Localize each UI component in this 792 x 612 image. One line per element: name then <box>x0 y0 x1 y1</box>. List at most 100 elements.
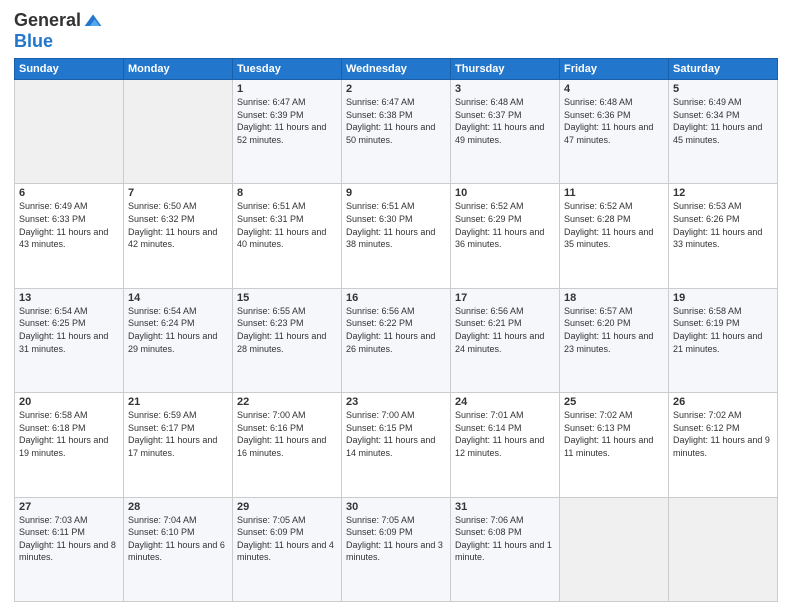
day-number: 20 <box>19 396 119 408</box>
day-info: Sunrise: 7:06 AM Sunset: 6:08 PM Dayligh… <box>455 514 555 564</box>
day-number: 3 <box>455 83 555 95</box>
day-info: Sunrise: 7:02 AM Sunset: 6:13 PM Dayligh… <box>564 409 664 459</box>
day-info: Sunrise: 7:00 AM Sunset: 6:16 PM Dayligh… <box>237 409 337 459</box>
day-info: Sunrise: 6:47 AM Sunset: 6:39 PM Dayligh… <box>237 96 337 146</box>
day-number: 18 <box>564 292 664 304</box>
calendar-cell: 9Sunrise: 6:51 AM Sunset: 6:30 PM Daylig… <box>342 184 451 288</box>
calendar-cell <box>15 80 124 184</box>
calendar-cell: 22Sunrise: 7:00 AM Sunset: 6:16 PM Dayli… <box>233 393 342 497</box>
weekday-header-sunday: Sunday <box>15 59 124 80</box>
calendar-cell: 3Sunrise: 6:48 AM Sunset: 6:37 PM Daylig… <box>451 80 560 184</box>
calendar-cell: 7Sunrise: 6:50 AM Sunset: 6:32 PM Daylig… <box>124 184 233 288</box>
calendar-cell: 2Sunrise: 6:47 AM Sunset: 6:38 PM Daylig… <box>342 80 451 184</box>
day-number: 28 <box>128 501 228 513</box>
day-number: 6 <box>19 187 119 199</box>
logo-blue-text: Blue <box>14 31 53 52</box>
calendar-cell: 4Sunrise: 6:48 AM Sunset: 6:36 PM Daylig… <box>560 80 669 184</box>
day-info: Sunrise: 7:05 AM Sunset: 6:09 PM Dayligh… <box>346 514 446 564</box>
calendar-cell: 23Sunrise: 7:00 AM Sunset: 6:15 PM Dayli… <box>342 393 451 497</box>
weekday-header-wednesday: Wednesday <box>342 59 451 80</box>
calendar-cell: 8Sunrise: 6:51 AM Sunset: 6:31 PM Daylig… <box>233 184 342 288</box>
day-number: 15 <box>237 292 337 304</box>
day-number: 31 <box>455 501 555 513</box>
calendar-week-4: 20Sunrise: 6:58 AM Sunset: 6:18 PM Dayli… <box>15 393 778 497</box>
calendar-cell: 21Sunrise: 6:59 AM Sunset: 6:17 PM Dayli… <box>124 393 233 497</box>
calendar-cell <box>124 80 233 184</box>
calendar-cell: 5Sunrise: 6:49 AM Sunset: 6:34 PM Daylig… <box>669 80 778 184</box>
day-number: 16 <box>346 292 446 304</box>
day-info: Sunrise: 7:00 AM Sunset: 6:15 PM Dayligh… <box>346 409 446 459</box>
day-number: 4 <box>564 83 664 95</box>
day-number: 25 <box>564 396 664 408</box>
day-info: Sunrise: 6:57 AM Sunset: 6:20 PM Dayligh… <box>564 305 664 355</box>
logo-general-text: General <box>14 10 81 31</box>
calendar-cell: 30Sunrise: 7:05 AM Sunset: 6:09 PM Dayli… <box>342 497 451 601</box>
calendar-cell: 13Sunrise: 6:54 AM Sunset: 6:25 PM Dayli… <box>15 288 124 392</box>
calendar-cell: 6Sunrise: 6:49 AM Sunset: 6:33 PM Daylig… <box>15 184 124 288</box>
calendar-cell: 14Sunrise: 6:54 AM Sunset: 6:24 PM Dayli… <box>124 288 233 392</box>
logo: General Blue <box>14 10 103 52</box>
day-number: 23 <box>346 396 446 408</box>
calendar-cell: 11Sunrise: 6:52 AM Sunset: 6:28 PM Dayli… <box>560 184 669 288</box>
calendar-cell: 27Sunrise: 7:03 AM Sunset: 6:11 PM Dayli… <box>15 497 124 601</box>
calendar-week-1: 1Sunrise: 6:47 AM Sunset: 6:39 PM Daylig… <box>15 80 778 184</box>
day-number: 21 <box>128 396 228 408</box>
calendar-cell: 31Sunrise: 7:06 AM Sunset: 6:08 PM Dayli… <box>451 497 560 601</box>
day-number: 7 <box>128 187 228 199</box>
day-info: Sunrise: 7:01 AM Sunset: 6:14 PM Dayligh… <box>455 409 555 459</box>
calendar-cell: 28Sunrise: 7:04 AM Sunset: 6:10 PM Dayli… <box>124 497 233 601</box>
day-info: Sunrise: 6:47 AM Sunset: 6:38 PM Dayligh… <box>346 96 446 146</box>
weekday-header-row: SundayMondayTuesdayWednesdayThursdayFrid… <box>15 59 778 80</box>
day-number: 8 <box>237 187 337 199</box>
calendar-cell: 26Sunrise: 7:02 AM Sunset: 6:12 PM Dayli… <box>669 393 778 497</box>
header: General Blue <box>14 10 778 52</box>
day-info: Sunrise: 6:51 AM Sunset: 6:31 PM Dayligh… <box>237 200 337 250</box>
day-info: Sunrise: 6:49 AM Sunset: 6:33 PM Dayligh… <box>19 200 119 250</box>
day-info: Sunrise: 6:49 AM Sunset: 6:34 PM Dayligh… <box>673 96 773 146</box>
calendar-cell: 18Sunrise: 6:57 AM Sunset: 6:20 PM Dayli… <box>560 288 669 392</box>
day-info: Sunrise: 7:04 AM Sunset: 6:10 PM Dayligh… <box>128 514 228 564</box>
weekday-header-friday: Friday <box>560 59 669 80</box>
day-number: 5 <box>673 83 773 95</box>
calendar-week-2: 6Sunrise: 6:49 AM Sunset: 6:33 PM Daylig… <box>15 184 778 288</box>
day-number: 12 <box>673 187 773 199</box>
day-number: 30 <box>346 501 446 513</box>
day-info: Sunrise: 6:55 AM Sunset: 6:23 PM Dayligh… <box>237 305 337 355</box>
calendar-cell: 20Sunrise: 6:58 AM Sunset: 6:18 PM Dayli… <box>15 393 124 497</box>
calendar-cell: 15Sunrise: 6:55 AM Sunset: 6:23 PM Dayli… <box>233 288 342 392</box>
calendar-week-5: 27Sunrise: 7:03 AM Sunset: 6:11 PM Dayli… <box>15 497 778 601</box>
day-info: Sunrise: 6:54 AM Sunset: 6:25 PM Dayligh… <box>19 305 119 355</box>
calendar-cell: 1Sunrise: 6:47 AM Sunset: 6:39 PM Daylig… <box>233 80 342 184</box>
day-info: Sunrise: 6:56 AM Sunset: 6:22 PM Dayligh… <box>346 305 446 355</box>
day-number: 19 <box>673 292 773 304</box>
calendar-cell: 25Sunrise: 7:02 AM Sunset: 6:13 PM Dayli… <box>560 393 669 497</box>
day-number: 27 <box>19 501 119 513</box>
day-info: Sunrise: 7:05 AM Sunset: 6:09 PM Dayligh… <box>237 514 337 564</box>
day-info: Sunrise: 6:48 AM Sunset: 6:37 PM Dayligh… <box>455 96 555 146</box>
weekday-header-saturday: Saturday <box>669 59 778 80</box>
weekday-header-monday: Monday <box>124 59 233 80</box>
calendar-week-3: 13Sunrise: 6:54 AM Sunset: 6:25 PM Dayli… <box>15 288 778 392</box>
calendar-cell: 24Sunrise: 7:01 AM Sunset: 6:14 PM Dayli… <box>451 393 560 497</box>
calendar-cell: 29Sunrise: 7:05 AM Sunset: 6:09 PM Dayli… <box>233 497 342 601</box>
day-number: 22 <box>237 396 337 408</box>
day-number: 13 <box>19 292 119 304</box>
day-info: Sunrise: 6:53 AM Sunset: 6:26 PM Dayligh… <box>673 200 773 250</box>
day-number: 2 <box>346 83 446 95</box>
day-number: 24 <box>455 396 555 408</box>
calendar-cell: 17Sunrise: 6:56 AM Sunset: 6:21 PM Dayli… <box>451 288 560 392</box>
day-info: Sunrise: 6:51 AM Sunset: 6:30 PM Dayligh… <box>346 200 446 250</box>
day-number: 11 <box>564 187 664 199</box>
weekday-header-tuesday: Tuesday <box>233 59 342 80</box>
day-info: Sunrise: 6:48 AM Sunset: 6:36 PM Dayligh… <box>564 96 664 146</box>
day-info: Sunrise: 7:02 AM Sunset: 6:12 PM Dayligh… <box>673 409 773 459</box>
day-info: Sunrise: 6:52 AM Sunset: 6:29 PM Dayligh… <box>455 200 555 250</box>
day-number: 26 <box>673 396 773 408</box>
day-number: 10 <box>455 187 555 199</box>
day-info: Sunrise: 7:03 AM Sunset: 6:11 PM Dayligh… <box>19 514 119 564</box>
day-number: 1 <box>237 83 337 95</box>
day-number: 29 <box>237 501 337 513</box>
day-info: Sunrise: 6:58 AM Sunset: 6:18 PM Dayligh… <box>19 409 119 459</box>
day-number: 9 <box>346 187 446 199</box>
calendar-cell: 10Sunrise: 6:52 AM Sunset: 6:29 PM Dayli… <box>451 184 560 288</box>
